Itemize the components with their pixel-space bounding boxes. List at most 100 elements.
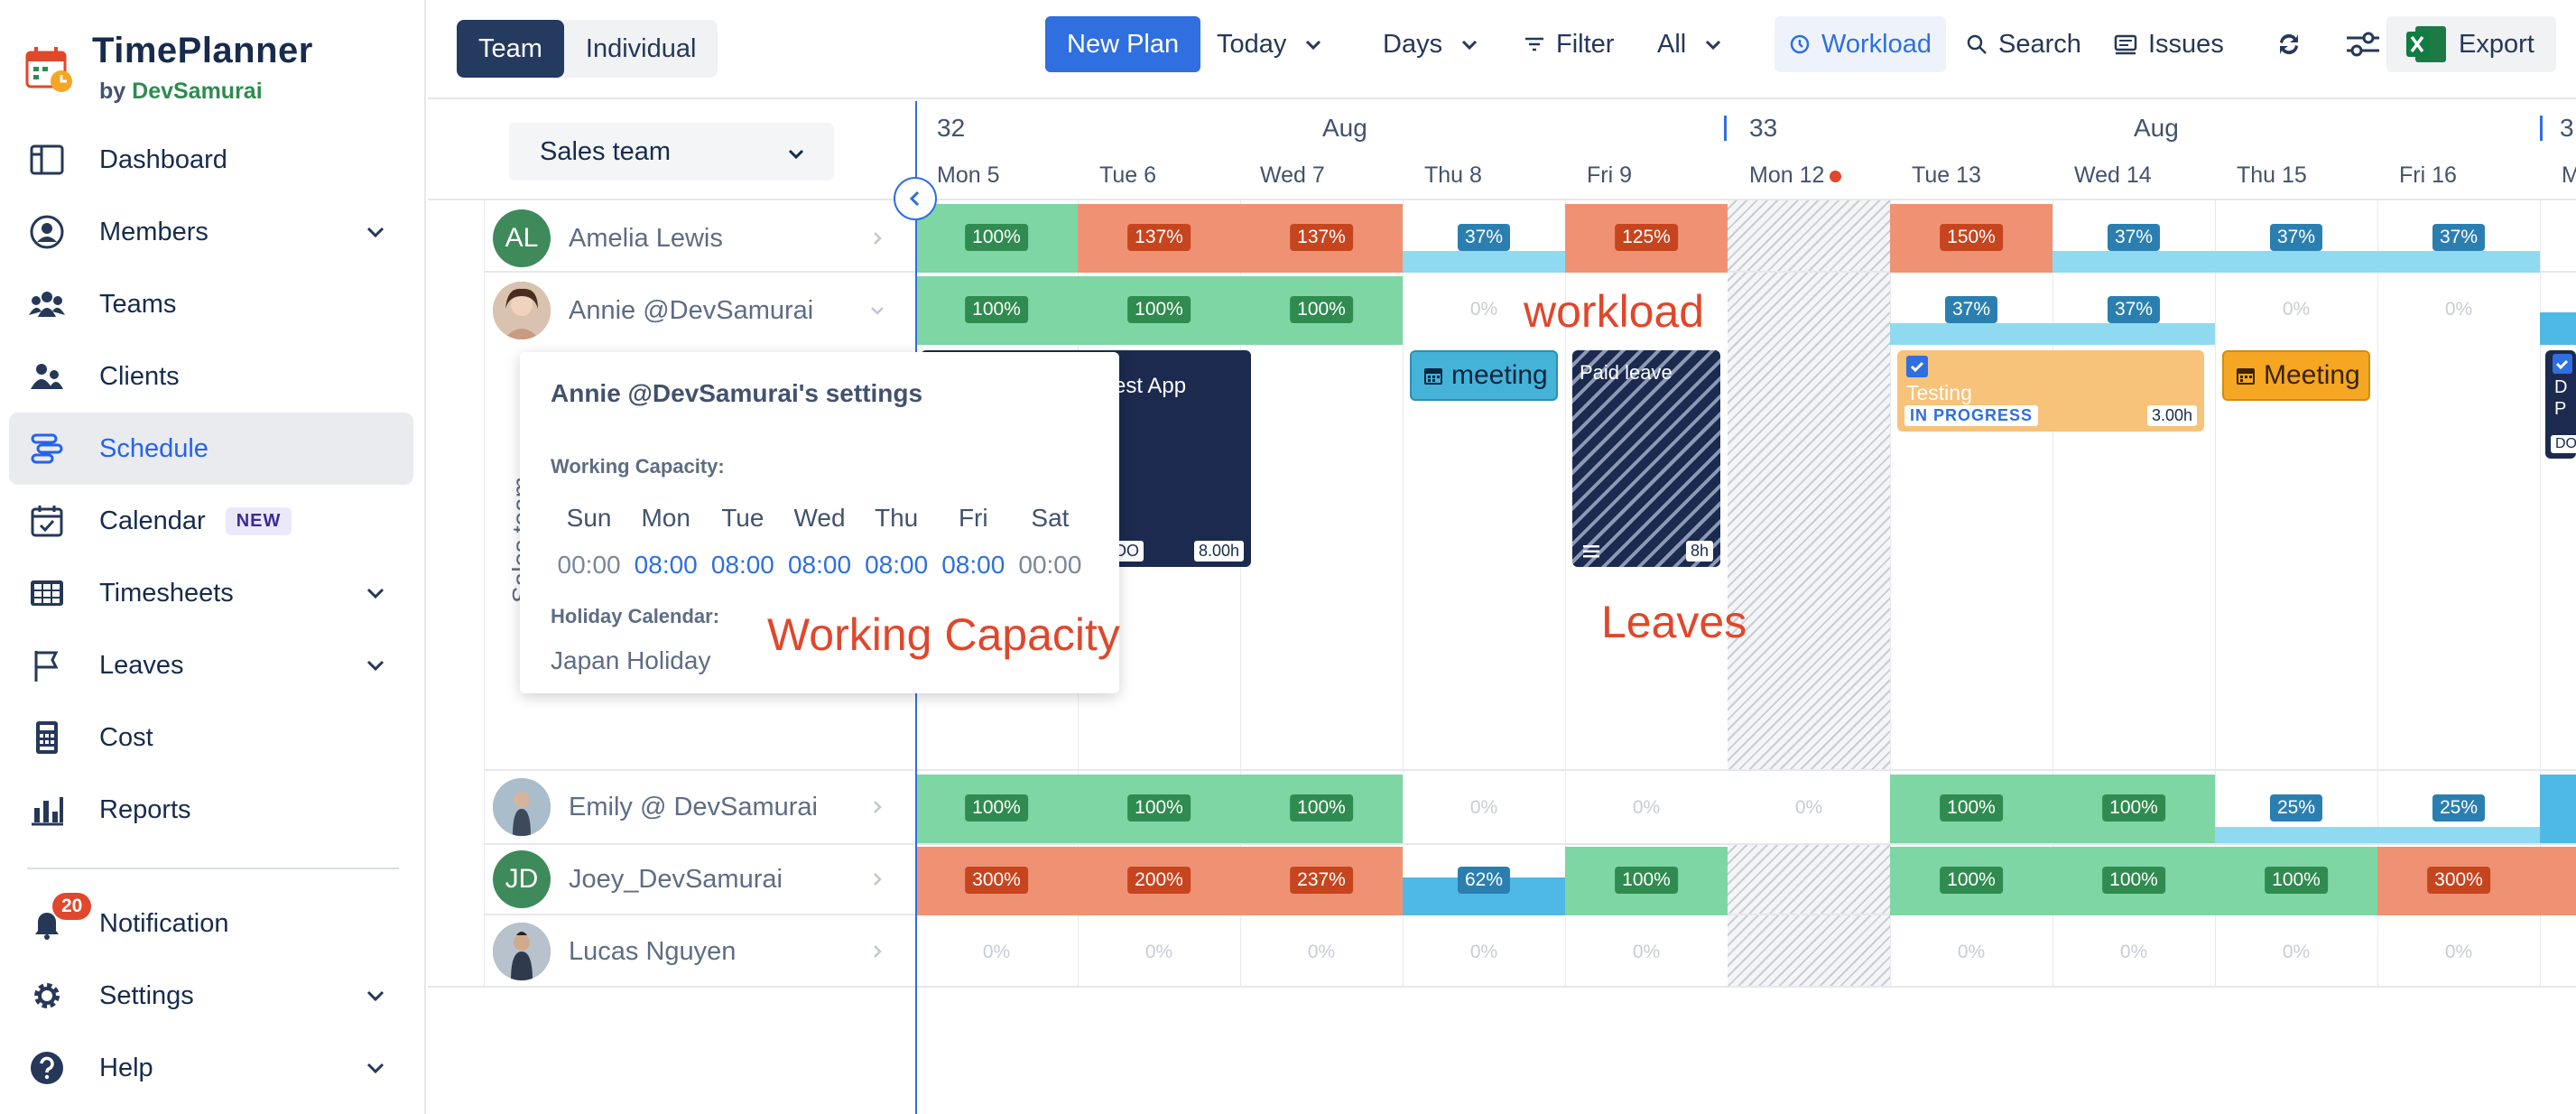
workload-cell[interactable]: 0% <box>1565 919 1728 988</box>
sidebar-item-calendar[interactable]: Calendar NEW <box>9 485 413 557</box>
workload-cell[interactable]: 237% <box>1240 847 1403 915</box>
workload-cell[interactable]: 0% <box>1403 775 1565 843</box>
workload-cell[interactable]: 0% <box>2377 276 2540 345</box>
sidebar-item-clients[interactable]: Clients <box>9 340 413 413</box>
workload-cell[interactable]: 0% <box>1078 919 1240 988</box>
days-dropdown[interactable]: Days <box>1383 16 1491 72</box>
workload-cell[interactable]: 37% <box>2377 204 2540 273</box>
filter-button[interactable]: Filter <box>1524 16 1614 72</box>
workload-cell[interactable]: 100% <box>915 204 1078 273</box>
chevron-down-icon[interactable] <box>363 580 388 606</box>
workload-cell[interactable]: 100% <box>1890 775 2052 843</box>
refresh-button[interactable] <box>2273 16 2316 72</box>
today-button[interactable]: Today <box>1217 16 1335 72</box>
workload-cell[interactable]: 100% <box>2052 775 2215 843</box>
workload-cell[interactable]: 100% <box>1890 847 2052 915</box>
workload-cell[interactable]: 0% <box>2052 919 2215 988</box>
workload-cell[interactable]: 200% <box>1078 847 1240 915</box>
sidebar-item-leaves[interactable]: Leaves <box>9 629 413 701</box>
settings-sliders-button[interactable] <box>2345 16 2392 72</box>
task-card-testing[interactable]: Testing IN PROGRESS 3.00h <box>1897 350 2204 432</box>
sidebar-item-members[interactable]: Members <box>9 196 413 268</box>
workload-cell[interactable]: 0% <box>1403 919 1565 988</box>
workload-cell[interactable]: 0% <box>1565 775 1728 843</box>
member-row-emily[interactable]: Emily @ DevSamurai <box>484 775 913 840</box>
workload-cell[interactable]: 100% <box>1240 276 1403 345</box>
team-select[interactable]: Sales team <box>509 123 834 181</box>
search-button[interactable]: Search <box>1966 16 2081 72</box>
meeting-card[interactable]: meeting <box>1410 350 1558 401</box>
task-card-edge[interactable]: D P DO <box>2545 350 2576 459</box>
member-row-amelia[interactable]: AL Amelia Lewis <box>484 206 913 271</box>
chevron-down-icon[interactable] <box>363 653 388 678</box>
chevron-right-icon[interactable] <box>868 870 886 888</box>
workload-cell[interactable]: 100% <box>915 775 1078 843</box>
workload-cell[interactable]: 0% <box>1890 919 2052 988</box>
workload-cell[interactable]: 37% <box>2215 204 2377 273</box>
days-label: Days <box>1383 29 1443 59</box>
chevron-right-icon[interactable] <box>868 798 886 816</box>
member-row-lucas[interactable]: Lucas Nguyen <box>484 919 913 984</box>
workload-cell[interactable]: 25% <box>2377 775 2540 843</box>
workload-cell[interactable]: 100% <box>1078 276 1240 345</box>
team-view-button[interactable]: Team <box>457 20 564 78</box>
workload-cell[interactable]: 37% <box>2052 276 2215 345</box>
workload-cell[interactable]: 100% <box>1240 775 1403 843</box>
week-divider <box>1724 116 1727 141</box>
chevron-down-icon[interactable] <box>1302 33 1324 55</box>
chevron-right-icon[interactable] <box>868 229 886 247</box>
sidebar-item-reports[interactable]: Reports <box>9 774 413 846</box>
all-dropdown[interactable]: All <box>1657 16 1735 72</box>
meeting-card[interactable]: Meeting <box>2222 350 2370 401</box>
new-plan-button[interactable]: New Plan <box>1045 16 1201 72</box>
workload-cell[interactable]: 100% <box>1078 775 1240 843</box>
workload-cell[interactable]: 0% <box>2215 919 2377 988</box>
workload-cell[interactable]: 0% <box>2215 276 2377 345</box>
workload-cell[interactable]: 0% <box>2377 919 2540 988</box>
chevron-down-icon[interactable] <box>868 302 886 320</box>
workload-cell[interactable]: 37% <box>1890 276 2052 345</box>
chevron-right-icon[interactable] <box>868 942 886 961</box>
workload-cell[interactable]: 125% <box>1565 204 1728 273</box>
member-row-joey[interactable]: JD Joey_DevSamurai <box>484 847 913 912</box>
workload-cell[interactable]: 100% <box>2215 847 2377 915</box>
brand[interactable]: TimePlanner by DevSamurai <box>25 31 313 105</box>
workload-cell[interactable]: 25% <box>2215 775 2377 843</box>
workload-cell[interactable]: 137% <box>1240 204 1403 273</box>
chevron-down-icon[interactable] <box>363 219 388 245</box>
issues-button[interactable]: Issues <box>2114 16 2224 72</box>
workload-cell[interactable]: 300% <box>2377 847 2576 915</box>
sidebar-item-teams[interactable]: Teams <box>9 268 413 340</box>
workload-cell[interactable]: 37% <box>1403 204 1565 273</box>
workload-cell[interactable]: 137% <box>1078 204 1240 273</box>
individual-view-button[interactable]: Individual <box>564 20 718 78</box>
workload-cell[interactable] <box>2540 775 2576 843</box>
workload-cell[interactable]: 100% <box>915 276 1078 345</box>
chevron-down-icon[interactable] <box>363 1055 388 1081</box>
workload-cell[interactable]: 150% <box>1890 204 2052 273</box>
workload-cell[interactable]: 37% <box>2052 204 2215 273</box>
export-button[interactable]: Export <box>2386 16 2556 72</box>
collapse-panel-button[interactable] <box>894 177 937 220</box>
sidebar-item-settings[interactable]: Settings <box>9 960 413 1032</box>
sidebar-item-timesheets[interactable]: Timesheets <box>9 557 413 629</box>
checkbox-icon[interactable] <box>1906 356 1928 377</box>
workload-cell[interactable]: 300% <box>915 847 1078 915</box>
workload-cell[interactable]: 100% <box>2052 847 2215 915</box>
workload-button[interactable]: Workload <box>1774 16 1946 72</box>
workload-cell[interactable]: 0% <box>1728 775 1890 843</box>
workload-cell[interactable] <box>2540 276 2576 345</box>
sidebar-item-dashboard[interactable]: Dashboard <box>9 124 413 196</box>
workload-cell[interactable]: 0% <box>1240 919 1403 988</box>
chevron-down-icon[interactable] <box>363 983 388 1008</box>
sidebar-item-notification[interactable]: 20 Notification <box>9 887 413 960</box>
sidebar-item-cost[interactable]: Cost <box>9 701 413 774</box>
sidebar-item-help[interactable]: Help <box>9 1032 413 1104</box>
workload-cell[interactable]: 62% <box>1403 847 1565 915</box>
workload-cell[interactable]: 0% <box>915 919 1078 988</box>
sidebar-item-schedule[interactable]: Schedule <box>9 413 413 485</box>
leave-card-paid-leave[interactable]: Paid leave 8h <box>1572 350 1720 567</box>
member-row-annie[interactable]: Annie @DevSamurai <box>484 278 913 343</box>
workload-cell[interactable]: 100% <box>1565 847 1728 915</box>
workload-percent: 100% <box>1290 296 1353 323</box>
